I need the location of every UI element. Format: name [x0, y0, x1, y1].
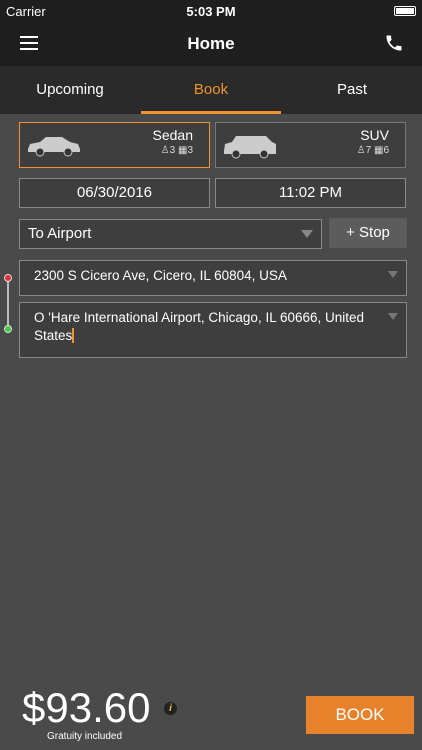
passenger-icon: ♙ [160, 145, 170, 156]
page-title: Home [187, 34, 235, 53]
date-field[interactable]: 06/30/2016 [19, 178, 210, 208]
phone-icon[interactable] [384, 33, 404, 53]
dropoff-address-value: O 'Hare International Airport, Chicago, … [34, 310, 365, 343]
dropdown-caret-icon [388, 271, 398, 278]
vehicle-name: SUV [360, 127, 389, 143]
time-field[interactable]: 11:02 PM [215, 178, 406, 208]
passenger-icon: ♙ [356, 145, 366, 156]
vehicle-option-sedan[interactable]: Sedan ♙3 ▦3 [19, 122, 210, 168]
tab-upcoming[interactable]: Upcoming [0, 66, 140, 114]
vehicle-capacity: ♙7 ▦6 [356, 145, 389, 156]
pickup-marker-icon [4, 274, 12, 282]
book-button[interactable]: BOOK [306, 696, 414, 734]
vehicle-option-suv[interactable]: SUV ♙7 ▦6 [215, 122, 406, 168]
route-line [7, 278, 9, 328]
trip-type-select[interactable]: To Airport [19, 219, 322, 249]
vehicle-capacity: ♙3 ▦3 [160, 145, 193, 156]
add-stop-button[interactable]: + Stop [329, 218, 407, 248]
tab-bar: Upcoming Book Past [0, 66, 422, 114]
battery-icon [394, 6, 416, 16]
text-cursor [72, 328, 75, 343]
vehicle-name: Sedan [152, 127, 193, 143]
nav-bar: Home [0, 22, 422, 66]
status-bar: Carrier 5:03 PM [0, 0, 422, 22]
gratuity-note: Gratuity included [47, 731, 123, 742]
pickup-address-value: 2300 S Cicero Ave, Cicero, IL 60804, USA [34, 268, 287, 283]
fare-price: $93.60 [22, 684, 151, 731]
tab-past[interactable]: Past [282, 66, 422, 114]
dropoff-marker-icon [4, 325, 12, 333]
trip-type-value: To Airport [28, 225, 92, 242]
pickup-address-field[interactable]: 2300 S Cicero Ave, Cicero, IL 60804, USA [19, 260, 407, 296]
dropoff-address-field[interactable]: O 'Hare International Airport, Chicago, … [19, 302, 407, 358]
sedan-car-icon [28, 137, 80, 157]
suv-car-icon [224, 136, 276, 159]
dropdown-caret-icon [388, 313, 398, 320]
status-time: 5:03 PM [186, 4, 236, 19]
dropdown-caret-icon [301, 230, 313, 238]
tab-book[interactable]: Book [141, 66, 281, 114]
info-icon[interactable]: i [164, 702, 177, 715]
